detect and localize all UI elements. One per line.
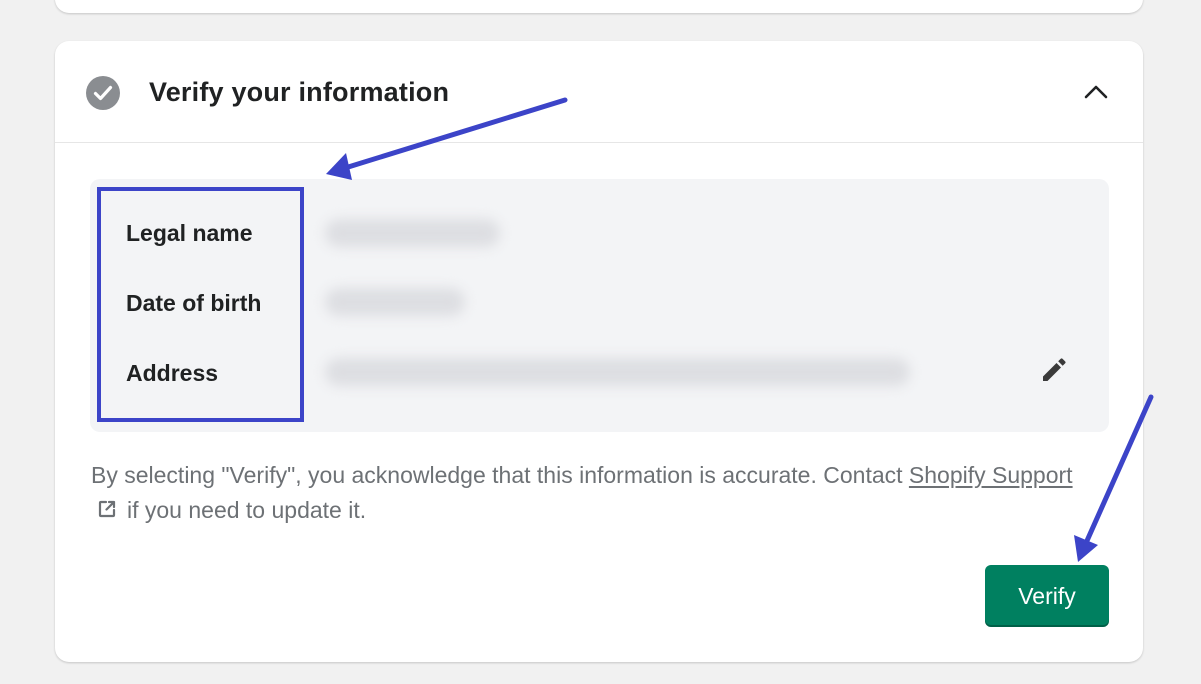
external-link-icon	[98, 500, 116, 518]
pencil-icon	[1043, 358, 1066, 381]
section-title: Verify your information	[149, 77, 450, 107]
verify-button[interactable]: Verify	[985, 565, 1109, 627]
annotation-highlight-box	[97, 187, 304, 422]
legal-name-value	[325, 219, 500, 247]
chevron-up-icon	[1084, 85, 1108, 99]
shopify-support-link[interactable]: Shopify Support	[909, 462, 1073, 488]
address-value	[325, 358, 910, 386]
collapse-button[interactable]	[1078, 75, 1114, 109]
card-header: Verify your information	[55, 41, 1143, 143]
edit-button[interactable]	[1038, 354, 1070, 386]
check-circle-icon	[86, 76, 120, 110]
disclaimer-text: By selecting "Verify", you acknowledge t…	[91, 462, 909, 488]
previous-section-card	[55, 0, 1143, 13]
disclaimer-text-end: if you need to update it.	[127, 497, 367, 523]
verification-disclaimer: By selecting "Verify", you acknowledge t…	[91, 458, 1101, 528]
date-of-birth-value	[325, 288, 465, 316]
